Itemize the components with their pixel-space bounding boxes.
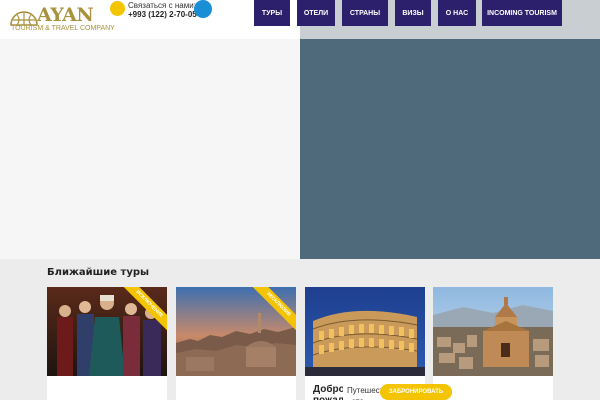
tour-card[interactable]: ЭКСКЛЮЗИВ (176, 287, 296, 400)
nav-incoming-tourism[interactable]: INCOMING TOURISM (482, 0, 562, 26)
nav-countries[interactable]: СТРАНЫ (342, 0, 388, 26)
nav-tours[interactable]: ТУРЫ (254, 0, 290, 26)
hero-left-area (0, 39, 300, 259)
book-button[interactable]: ЗАБРОНИРОВАТЬ (380, 384, 452, 400)
phone-icon[interactable] (110, 1, 125, 16)
nav-about[interactable]: О НАС (438, 0, 476, 26)
tour-card[interactable] (433, 287, 553, 400)
hero-right-area (300, 39, 600, 259)
messenger-icon[interactable] (194, 0, 212, 18)
logo-tagline: TOURISM & TRAVEL COMPANY (11, 25, 115, 32)
tour-description: Путешествия - это (347, 386, 381, 400)
tour-title[interactable]: Добро пожаловать (313, 384, 343, 400)
tour-card[interactable]: ИСКЛЮЧЕНИЕ (47, 287, 167, 400)
company-logo[interactable]: AYAN TOURISM & TRAVEL COMPANY (10, 4, 115, 36)
globe-icon (10, 11, 38, 26)
tour-image[interactable] (433, 287, 553, 376)
nav-visas[interactable]: ВИЗЫ (395, 0, 431, 26)
logo-wordmark: AYAN (37, 4, 94, 26)
contact-label: Связаться с нами: (128, 1, 196, 10)
tour-image[interactable]: ИСКЛЮЧЕНИЕ (47, 287, 167, 376)
contact-phone[interactable]: +993 (122) 2-70-05 (128, 10, 197, 19)
tour-image[interactable] (305, 287, 425, 376)
tour-image[interactable]: ЭКСКЛЮЗИВ (176, 287, 296, 376)
section-title: Ближайшие туры (47, 267, 150, 278)
site-header: AYAN TOURISM & TRAVEL COMPANY Связаться … (0, 0, 600, 39)
nav-hotels[interactable]: ОТЕЛИ (297, 0, 335, 26)
